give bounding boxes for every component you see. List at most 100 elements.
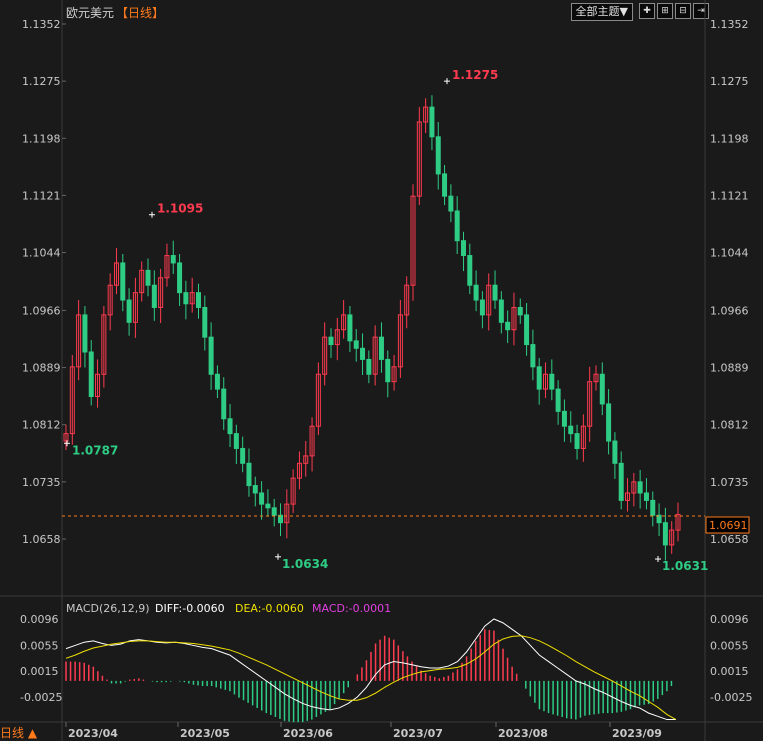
candle-body xyxy=(498,299,504,323)
macd-dea-label: DEA:-0.0060 xyxy=(235,602,304,615)
candle-body xyxy=(561,410,567,427)
candle-body xyxy=(448,195,454,212)
candle-body xyxy=(454,210,460,242)
candle-body xyxy=(555,388,561,412)
timeframe-tab[interactable]: 日线 ▲ xyxy=(0,726,60,741)
annotation-label: 1.0631 xyxy=(662,559,708,573)
price-tick-left: 1.1121 xyxy=(22,189,61,202)
candle-body xyxy=(492,284,498,301)
macd-tick-right: 0.0015 xyxy=(710,665,749,678)
candle-body xyxy=(650,499,656,516)
time-tick: 2023/09 xyxy=(612,727,662,740)
price-tick-right: 1.1121 xyxy=(710,189,749,202)
candle-body xyxy=(435,136,441,175)
candle-body xyxy=(366,358,372,375)
price-tick-right: 1.0812 xyxy=(710,419,749,432)
macd-tick-left: 0.0015 xyxy=(20,665,59,678)
candle-body xyxy=(530,344,536,368)
macd-tick-left: -0.0025 xyxy=(20,691,62,704)
chart-window: 欧元美元 【日线】 全部主题▼ ✚ ⊞ ⊟ ⇥ 1.1352 1.1352 1.127… xyxy=(0,0,763,741)
candle-body xyxy=(378,336,384,360)
time-tick: 2023/05 xyxy=(180,727,230,740)
candle-body xyxy=(151,284,157,308)
candle-body xyxy=(145,269,151,286)
candle-body xyxy=(599,373,605,405)
candle-body xyxy=(536,366,542,390)
macd-diff-label: DIFF:-0.0060 xyxy=(155,602,225,615)
price-tick-left: 1.1044 xyxy=(22,247,61,260)
candle-body xyxy=(347,314,353,342)
candle-body xyxy=(473,284,479,301)
price-tick-right: 1.1275 xyxy=(710,75,749,88)
price-tick-left: 1.1275 xyxy=(22,75,61,88)
candle-body xyxy=(517,306,523,316)
candles xyxy=(63,95,681,561)
candle-body xyxy=(662,522,668,546)
candle-body xyxy=(574,433,580,449)
annotation-label: 1.1095 xyxy=(157,202,203,216)
candle-body xyxy=(240,447,246,464)
price-tick-left: 1.0812 xyxy=(22,419,61,432)
candle-body xyxy=(271,507,277,516)
price-tick-right: 1.1044 xyxy=(710,247,749,260)
macd-value-label: MACD:-0.0001 xyxy=(312,602,391,615)
candle-body xyxy=(328,336,334,346)
candle-body xyxy=(524,314,530,346)
candle-body xyxy=(126,299,132,323)
candle-body xyxy=(183,292,189,305)
candle-body xyxy=(643,492,649,501)
candle-body xyxy=(606,403,612,442)
time-tick: 2023/04 xyxy=(68,727,118,740)
candle-body xyxy=(195,292,201,308)
candle-body xyxy=(259,492,265,505)
candle-body xyxy=(221,388,227,420)
price-axis: 1.1352 1.1352 1.1275 1.1275 1.1198 1.1198 1.11… xyxy=(22,18,749,546)
candle-body xyxy=(252,485,258,494)
candle-body xyxy=(637,481,643,494)
candle-body xyxy=(479,299,485,316)
macd-params: MACD(26,12,9) xyxy=(66,602,150,615)
annotation-label: 1.0787 xyxy=(72,443,118,457)
candle-body xyxy=(233,433,239,449)
candle-body xyxy=(612,440,618,464)
candle-body xyxy=(208,336,214,375)
candle-body xyxy=(170,255,176,264)
price-tick-left: 1.0966 xyxy=(22,304,61,317)
price-tick-right: 1.1198 xyxy=(710,132,749,145)
price-tick-left: 1.1352 xyxy=(22,18,61,31)
macd-axis: 0.0096 0.0096 0.0055 0.0055 0.0015 0.0015 -0.0… xyxy=(20,613,752,704)
chart-canvas[interactable]: 1.1352 1.1352 1.1275 1.1275 1.1198 1.1198 1.11… xyxy=(0,0,763,741)
candle-body xyxy=(246,462,252,487)
candle-body xyxy=(442,173,448,197)
candle-body xyxy=(549,373,555,390)
candle-body xyxy=(177,262,183,294)
macd-tick-right: 0.0055 xyxy=(710,639,749,652)
price-tick-right: 1.0658 xyxy=(710,533,749,546)
annotation-label: 1.0634 xyxy=(282,557,328,571)
candle-body xyxy=(385,358,391,383)
macd-tick-left: 0.0096 xyxy=(20,613,59,626)
price-tick-left: 1.0889 xyxy=(22,362,61,375)
candle-body xyxy=(82,314,88,353)
candle-body xyxy=(265,503,271,509)
candle-body xyxy=(460,240,466,257)
candle-body xyxy=(568,425,574,435)
candle-body xyxy=(618,462,624,501)
macd-tick-right: 0.0096 xyxy=(710,613,749,626)
time-tick: 2023/06 xyxy=(283,727,333,740)
time-tick: 2023/08 xyxy=(498,727,548,740)
annotation-label: 1.1275 xyxy=(452,68,498,82)
candle-body xyxy=(360,347,366,360)
price-tick-right: 1.0889 xyxy=(710,362,749,375)
candle-body xyxy=(202,306,208,338)
candle-body xyxy=(227,418,233,435)
candle-body xyxy=(429,106,435,138)
macd-histogram xyxy=(65,629,673,723)
price-tick-right: 1.0735 xyxy=(710,476,749,489)
price-tick-left: 1.0658 xyxy=(22,533,61,546)
current-price-label: 1.0691 xyxy=(709,519,748,532)
price-tick-right: 1.0966 xyxy=(710,304,749,317)
price-tick-right: 1.1352 xyxy=(710,18,749,31)
candle-body xyxy=(353,340,359,349)
candle-body xyxy=(505,321,511,331)
